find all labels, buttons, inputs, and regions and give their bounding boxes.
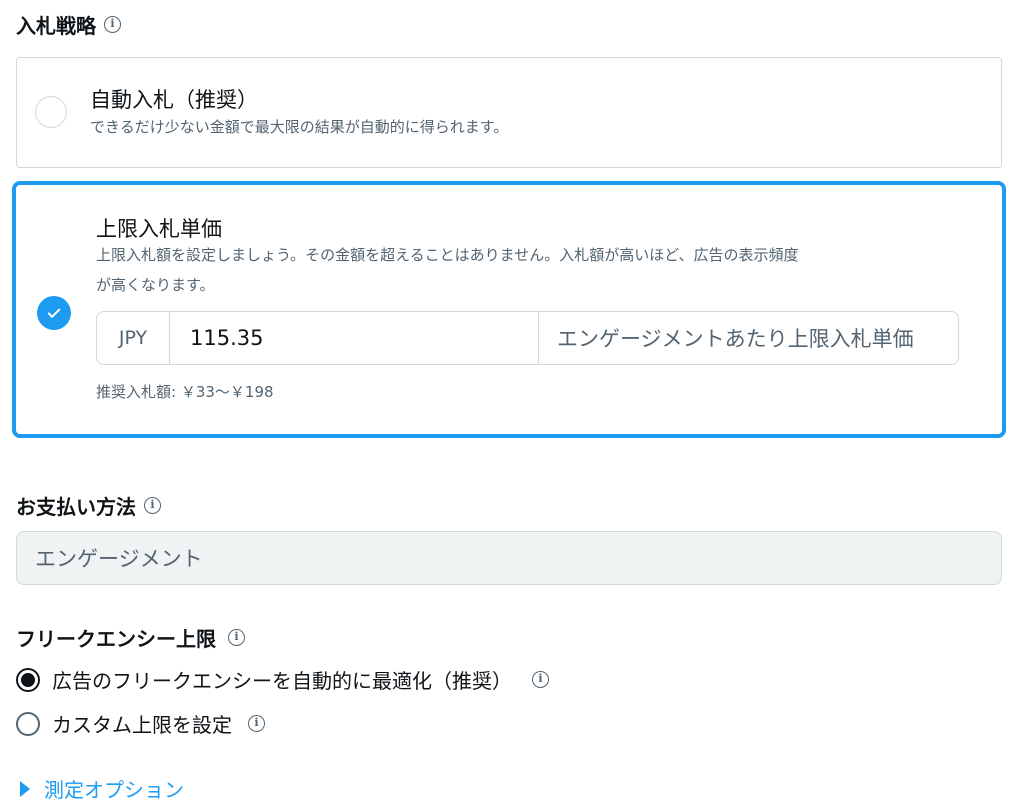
info-icon[interactable]: i <box>248 715 265 732</box>
measurement-options-toggle[interactable]: 測定オプション <box>20 774 184 803</box>
frequency-auto-option[interactable]: 広告のフリークエンシーを自動的に最適化（推奨） i <box>16 665 549 694</box>
bid-amount-field[interactable]: JPY 115.35 エンゲージメントあたり上限入札単価 <box>96 311 959 365</box>
payment-title: お支払い方法 <box>16 495 136 519</box>
frequency-custom-option[interactable]: カスタム上限を設定 i <box>16 709 265 738</box>
measurement-options-label: 測定オプション <box>44 778 184 802</box>
max-bid-option[interactable]: 上限入札単価 上限入札額を設定しましょう。その金額を超えることはありません。入札… <box>12 181 1006 438</box>
info-icon[interactable]: i <box>228 629 245 646</box>
auto-bid-title: 自動入札（推奨） <box>90 88 258 112</box>
bid-strategy-title: 入札戦略 <box>16 14 96 38</box>
auto-bid-option[interactable]: 自動入札（推奨） できるだけ少ない金額で最大限の結果が自動的に得られます。 <box>16 57 1002 168</box>
recommended-bid-range: 推奨入札額: ￥33～￥198 <box>96 383 274 401</box>
info-icon[interactable]: i <box>144 497 161 514</box>
frequency-custom-label: カスタム上限を設定 <box>52 713 232 737</box>
bid-strategy-title-row: 入札戦略 i <box>16 10 121 39</box>
frequency-auto-label: 広告のフリークエンシーを自動的に最適化（推奨） <box>52 669 512 693</box>
payment-method-field: エンゲージメント <box>16 531 1002 585</box>
max-bid-description: 上限入札額を設定しましょう。その金額を超えることはありません。入札額が高いほど、… <box>96 240 798 300</box>
checkmark-icon <box>47 308 61 318</box>
auto-bid-radio[interactable] <box>35 96 67 128</box>
auto-bid-description: できるだけ少ない金額で最大限の結果が自動的に得られます。 <box>90 118 509 136</box>
currency-label: JPY <box>97 312 170 364</box>
max-bid-title: 上限入札単価 <box>96 217 222 241</box>
bid-unit-label: エンゲージメントあたり上限入札単価 <box>557 327 914 351</box>
max-bid-radio[interactable] <box>37 296 71 330</box>
frequency-cap-title: フリークエンシー上限 <box>16 627 216 651</box>
frequency-custom-radio[interactable] <box>16 711 40 736</box>
frequency-auto-radio[interactable] <box>16 667 40 692</box>
bid-amount-input[interactable]: 115.35 <box>170 312 539 364</box>
frequency-cap-title-row: フリークエンシー上限 i <box>16 623 245 652</box>
caret-right-icon <box>20 780 30 797</box>
max-bid-description-line2: が高くなります。 <box>96 276 215 294</box>
max-bid-description-line1: 上限入札額を設定しましょう。その金額を超えることはありません。入札額が高いほど、… <box>96 246 799 264</box>
info-icon[interactable]: i <box>532 671 549 688</box>
payment-title-row: お支払い方法 i <box>16 491 161 520</box>
info-icon[interactable]: i <box>104 16 121 33</box>
